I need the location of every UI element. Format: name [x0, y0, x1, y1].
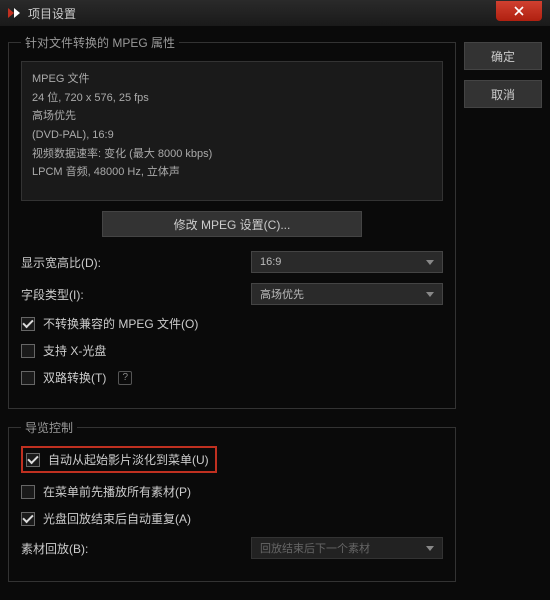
- mpeg-properties-group: 针对文件转换的 MPEG 属性 MPEG 文件 24 位, 720 x 576,…: [8, 34, 456, 409]
- cancel-button[interactable]: 取消: [464, 80, 542, 108]
- mpeg-legend: 针对文件转换的 MPEG 属性: [21, 34, 179, 51]
- navigation-control-group: 导览控制 自动从起始影片淡化到菜单(U) 在菜单前先播放所有素材(P) 光盘回放…: [8, 419, 456, 582]
- help-icon[interactable]: ?: [118, 371, 132, 385]
- close-icon: [514, 6, 524, 16]
- auto-fade-label: 自动从起始影片淡化到菜单(U): [48, 451, 209, 468]
- aspect-ratio-label: 显示宽高比(D):: [21, 254, 251, 271]
- play-before-menu-checkbox[interactable]: [21, 485, 35, 499]
- chevron-down-icon: [426, 260, 434, 265]
- twopass-label: 双路转换(T): [43, 369, 106, 386]
- nav-legend: 导览控制: [21, 419, 77, 436]
- chevron-down-icon: [426, 292, 434, 297]
- playback-select: 回放结束后下一个素材: [251, 537, 443, 559]
- xdisc-label: 支持 X-光盘: [43, 342, 106, 359]
- info-line: 视频数据速率: 变化 (最大 8000 kbps): [32, 145, 432, 164]
- app-logo-icon: [6, 6, 22, 20]
- auto-repeat-label: 光盘回放结束后自动重复(A): [43, 510, 191, 527]
- auto-repeat-checkbox[interactable]: [21, 512, 35, 526]
- xdisc-checkbox[interactable]: [21, 344, 35, 358]
- highlighted-option: 自动从起始影片淡化到菜单(U): [21, 446, 217, 473]
- twopass-checkbox[interactable]: [21, 371, 35, 385]
- play-before-menu-label: 在菜单前先播放所有素材(P): [43, 483, 191, 500]
- info-line: 24 位, 720 x 576, 25 fps: [32, 89, 432, 108]
- auto-fade-checkbox[interactable]: [26, 453, 40, 467]
- no-convert-checkbox[interactable]: [21, 317, 35, 331]
- close-button[interactable]: [496, 1, 542, 21]
- info-line: (DVD-PAL), 16:9: [32, 126, 432, 145]
- aspect-ratio-select[interactable]: 16:9: [251, 251, 443, 273]
- info-line: 高场优先: [32, 107, 432, 126]
- field-type-select[interactable]: 高场优先: [251, 283, 443, 305]
- chevron-down-icon: [426, 546, 434, 551]
- titlebar: 项目设置: [0, 0, 550, 26]
- modify-mpeg-button[interactable]: 修改 MPEG 设置(C)...: [102, 211, 362, 237]
- window-title: 项目设置: [28, 5, 76, 22]
- ok-button[interactable]: 确定: [464, 42, 542, 70]
- mpeg-info-box: MPEG 文件 24 位, 720 x 576, 25 fps 高场优先 (DV…: [21, 61, 443, 201]
- info-line: LPCM 音频, 48000 Hz, 立体声: [32, 163, 432, 182]
- playback-label: 素材回放(B):: [21, 540, 251, 557]
- field-type-label: 字段类型(I):: [21, 286, 251, 303]
- no-convert-label: 不转换兼容的 MPEG 文件(O): [43, 315, 198, 332]
- info-line: MPEG 文件: [32, 70, 432, 89]
